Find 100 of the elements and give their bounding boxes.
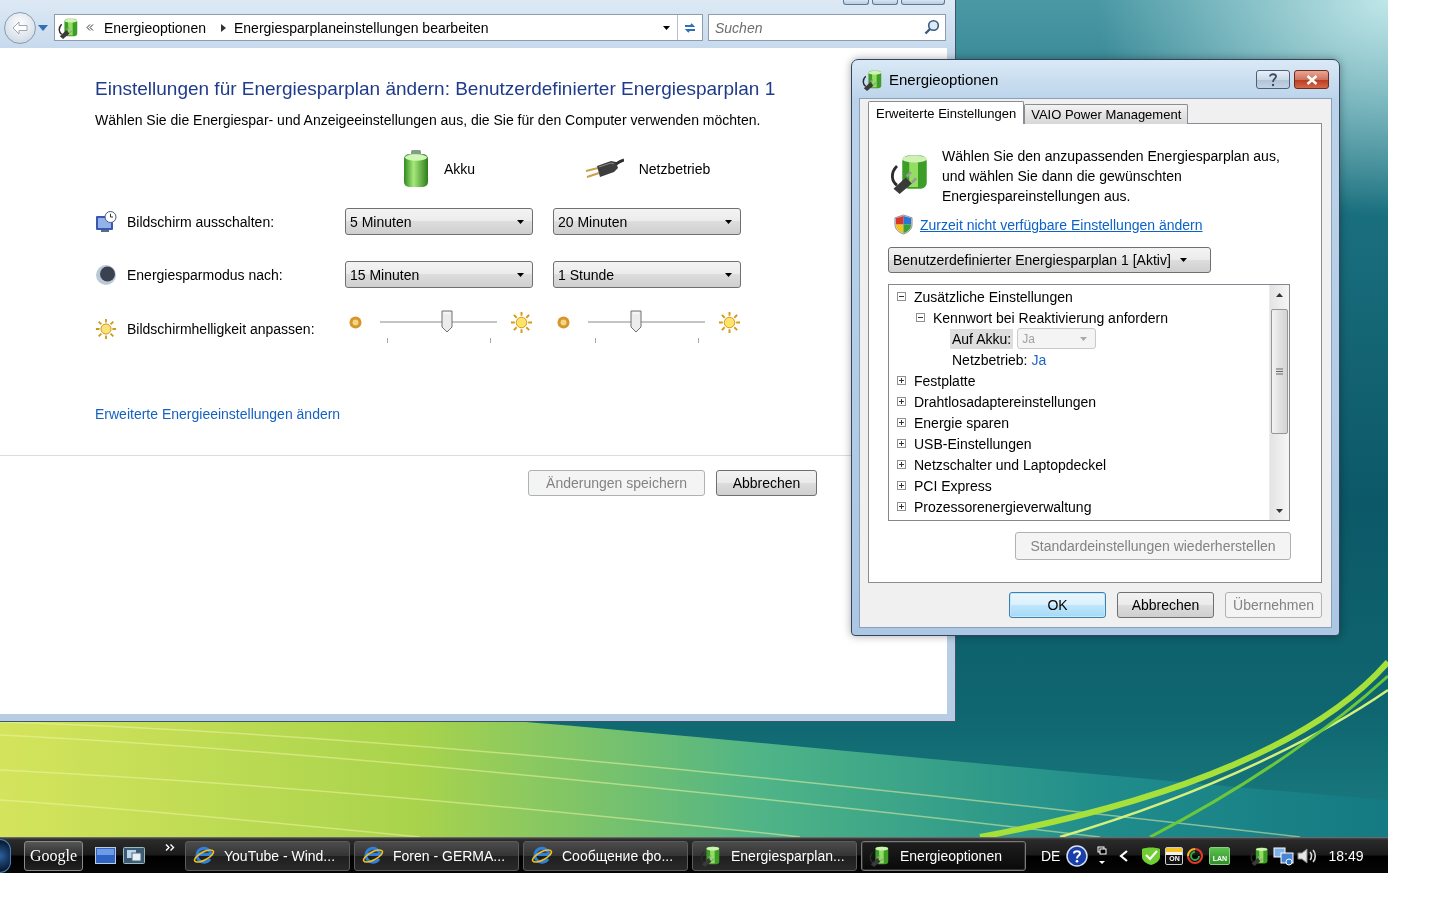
- e-logo-icon: [193, 844, 215, 867]
- battery-plug-icon: [1250, 845, 1271, 866]
- dropdown[interactable]: 5 Minuten: [345, 208, 533, 235]
- help-button[interactable]: [1256, 70, 1290, 89]
- setting-label: Bildschirm ausschalten:: [127, 212, 275, 231]
- chevron-right-icon[interactable]: [165, 844, 175, 851]
- caret-icon: [517, 219, 524, 224]
- cancel-button[interactable]: Abbrechen: [1117, 592, 1214, 618]
- arrow-up-icon: [1276, 292, 1283, 297]
- slider-thumb[interactable]: [440, 310, 453, 333]
- bright-sun-icon: [510, 311, 533, 334]
- slider-thumb[interactable]: [630, 310, 642, 333]
- expand-icon[interactable]: [897, 460, 906, 469]
- toolbar-button[interactable]: Google: [24, 840, 83, 871]
- address-bar[interactable]: Energieoptionen Energiesparplaneinstellungen bearbeiten: [54, 14, 703, 41]
- caret-icon: [517, 272, 524, 277]
- dropdown[interactable]: 1 Stunde: [553, 261, 741, 288]
- setting-value-link[interactable]: Ja: [1031, 350, 1047, 369]
- expand-icon[interactable]: [897, 397, 906, 406]
- tree-item[interactable]: Energie sparen: [912, 412, 1011, 433]
- caret-icon: [38, 25, 48, 31]
- expand-icon[interactable]: [897, 439, 906, 448]
- double-chevron-icon: [86, 24, 94, 31]
- sun-icon: [95, 318, 117, 340]
- dim-sun-icon: [349, 316, 362, 329]
- expand-icon[interactable]: [897, 502, 906, 511]
- moon-icon: [95, 263, 117, 286]
- swirl-icon[interactable]: [1186, 846, 1205, 865]
- monitor-clock-icon: [95, 210, 117, 233]
- arrow-left-icon: [12, 21, 28, 35]
- shield-icon: [894, 214, 913, 235]
- taskbar-button[interactable]: YouTube - Wind...: [185, 840, 350, 871]
- collapse-icon[interactable]: [897, 292, 906, 301]
- taskbar-button[interactable]: Energiesparplan...: [692, 840, 857, 871]
- breadcrumb-link[interactable]: Energieoptionen: [104, 18, 206, 37]
- tab[interactable]: Erweiterte Einstellungen: [868, 101, 1025, 124]
- tree-item[interactable]: Netzschalter und Laptopdeckel: [912, 454, 1109, 475]
- refresh-icon: [683, 20, 697, 35]
- restore-icon[interactable]: [1097, 845, 1108, 866]
- dropdown[interactable]: 20 Minuten: [553, 208, 741, 235]
- clock: 18:49: [1328, 846, 1364, 865]
- minimize-button[interactable]: [843, 0, 869, 5]
- caret-icon: [1080, 336, 1088, 341]
- page-heading: Einstellungen für Energiesparplan ändern: Benutzerdefinierter Energiesparplan 1: [95, 77, 776, 101]
- plug-icon: [583, 157, 624, 180]
- back-button[interactable]: [4, 12, 36, 44]
- plan-dropdown[interactable]: Benutzerdefinierter Energiesparplan 1 [Aktiv]: [888, 247, 1211, 273]
- close-button[interactable]: [1294, 70, 1329, 89]
- bright-sun-icon: [718, 311, 741, 334]
- dropdown[interactable]: 15 Minuten: [345, 261, 533, 288]
- window-title: Energieoptionen: [889, 70, 999, 90]
- tree-item[interactable]: Netzbetrieb:: [950, 349, 1030, 370]
- battery-plug-icon: [862, 69, 884, 91]
- collapse-icon[interactable]: [916, 313, 925, 322]
- expand-icon[interactable]: [897, 418, 906, 427]
- tree-item[interactable]: Prozessorenergieverwaltung: [912, 496, 1094, 517]
- taskbar-button[interactable]: Сообщение фо...: [523, 840, 688, 871]
- slider-track[interactable]: [588, 310, 705, 344]
- scrollbar-thumb[interactable]: [1271, 309, 1288, 434]
- e-logo-icon: [362, 844, 384, 867]
- slider-track[interactable]: [380, 310, 497, 344]
- breadcrumb-link[interactable]: Energiesparplaneinstellungen bearbeiten: [234, 18, 489, 37]
- caret-icon: [725, 272, 732, 277]
- setting-label: Energiesparmodus nach:: [127, 265, 283, 284]
- network-icon[interactable]: [1273, 845, 1296, 866]
- switch-windows-icon[interactable]: [123, 847, 145, 864]
- caret-icon: [1179, 258, 1187, 262]
- taskbar-button[interactable]: Energieoptionen: [861, 840, 1026, 871]
- e-logo-icon: [531, 844, 553, 867]
- tab[interactable]: VAIO Power Management: [1024, 104, 1189, 124]
- maximize-button[interactable]: [872, 0, 898, 5]
- column-heading: Akku: [443, 159, 476, 178]
- expand-icon[interactable]: [897, 481, 906, 490]
- expand-icon[interactable]: [897, 376, 906, 385]
- tree-item[interactable]: PCI Express: [912, 475, 994, 496]
- grip-icon: [1276, 368, 1283, 375]
- check-shield-icon[interactable]: [1140, 845, 1163, 866]
- advanced-settings-link[interactable]: Erweiterte Energieeinstellungen ändern: [95, 405, 341, 423]
- taskbar-button[interactable]: Foren - GERMA...: [354, 840, 519, 871]
- show-desktop-icon[interactable]: [95, 847, 116, 864]
- page-description: Wählen Sie die Energiespar- und Anzeigeeinstellungen aus, die Sie für den Computer verwenden möchten.: [95, 111, 761, 129]
- cancel-button[interactable]: Abbrechen: [716, 470, 817, 496]
- tree-item[interactable]: Festplatte: [912, 370, 978, 391]
- language-indicator[interactable]: DE: [1041, 846, 1061, 865]
- question-mark-icon: [1268, 72, 1278, 87]
- admin-settings-link[interactable]: Zurzeit nicht verfügbare Einstellungen ändern: [920, 215, 1203, 234]
- tree-item[interactable]: Zusätzliche Einstellungen: [912, 286, 1075, 307]
- search-icon[interactable]: [924, 19, 940, 35]
- ok-button[interactable]: OK: [1009, 592, 1106, 618]
- column-heading: Netzbetrieb: [638, 159, 711, 178]
- tree-item[interactable]: Drahtlosadaptereinstellungen: [912, 391, 1099, 412]
- tree-item[interactable]: USB-Einstellungen: [912, 433, 1034, 454]
- start-button[interactable]: [0, 838, 11, 873]
- tree-item[interactable]: Kennwort bei Reaktivierung anfordern: [931, 307, 1171, 328]
- scrollbar[interactable]: [1269, 285, 1289, 520]
- battery-plug-icon: [700, 844, 722, 867]
- help-icon[interactable]: [1066, 844, 1089, 867]
- caret-icon: [725, 219, 732, 224]
- search-field[interactable]: Suchen: [708, 14, 946, 41]
- caret-icon: [663, 25, 670, 30]
